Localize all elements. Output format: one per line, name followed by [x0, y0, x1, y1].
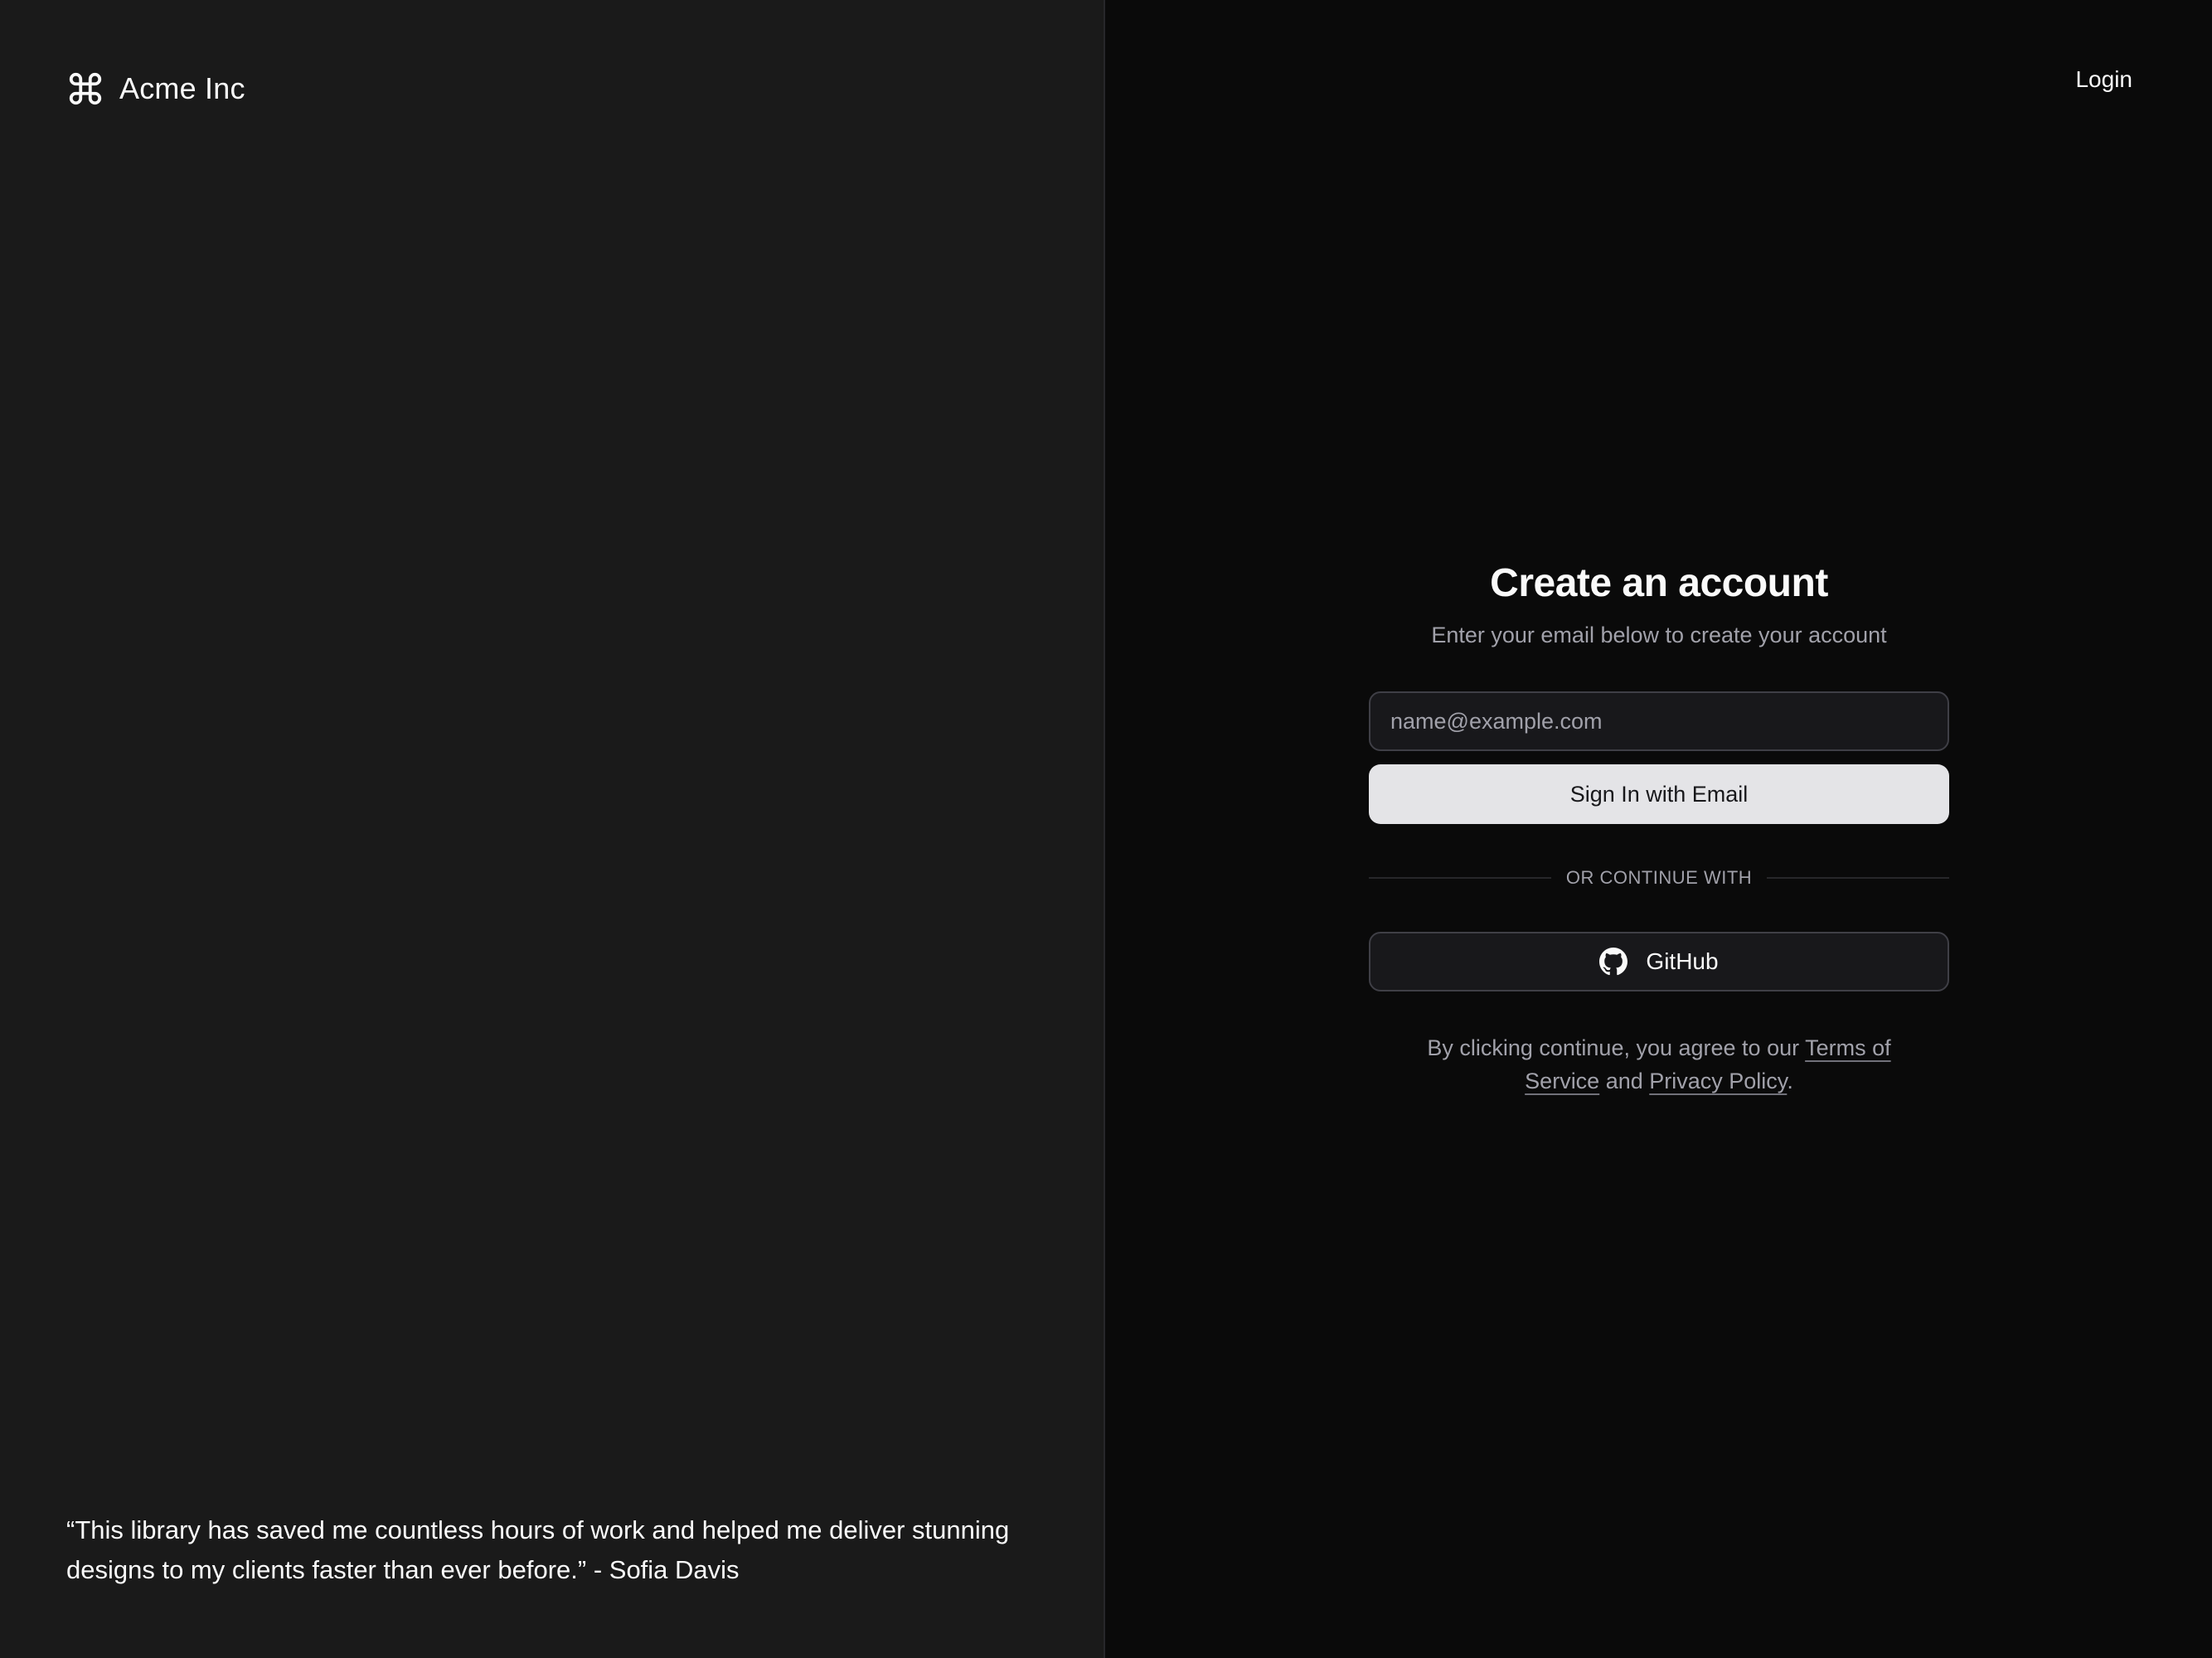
brand-name: Acme Inc — [119, 71, 245, 105]
divider-line-left — [1369, 877, 1551, 879]
testimonial-quote: “This library has saved me countless hou… — [66, 1510, 1011, 1590]
github-button-label: GitHub — [1646, 948, 1719, 974]
terms-prefix: By clicking continue, you agree to our — [1427, 1035, 1806, 1060]
login-link[interactable]: Login — [2075, 66, 2132, 93]
testimonial-separator: - — [586, 1555, 609, 1584]
signup-form: Create an account Enter your email below… — [1369, 555, 1950, 1120]
brand-logo: Acme Inc — [66, 70, 245, 108]
signup-page: Acme Inc “This library has saved me coun… — [0, 0, 2212, 1658]
or-divider: OR CONTINUE WITH — [1369, 867, 1950, 889]
terms-notice: By clicking continue, you agree to our T… — [1410, 1031, 1908, 1098]
email-input[interactable] — [1369, 691, 1949, 751]
testimonial-text: “This library has saved me countless hou… — [66, 1515, 1010, 1584]
terms-middle: and — [1599, 1069, 1650, 1093]
divider-line-right — [1767, 877, 1950, 879]
divider-label: OR CONTINUE WITH — [1565, 867, 1753, 888]
testimonial-author: Sofia Davis — [609, 1555, 740, 1584]
testimonial-panel: Acme Inc “This library has saved me coun… — [0, 0, 1105, 1658]
github-icon — [1599, 948, 1628, 976]
privacy-policy-link[interactable]: Privacy Policy — [1649, 1069, 1787, 1093]
github-button[interactable]: GitHub — [1369, 932, 1949, 991]
command-icon — [66, 70, 104, 108]
signup-panel: Login Create an account Enter your email… — [1105, 0, 2212, 1658]
terms-suffix: . — [1787, 1069, 1793, 1093]
page-title: Create an account — [1490, 561, 1828, 605]
sign-in-email-button[interactable]: Sign In with Email — [1369, 764, 1949, 824]
page-subtitle: Enter your email below to create your ac… — [1431, 623, 1887, 647]
